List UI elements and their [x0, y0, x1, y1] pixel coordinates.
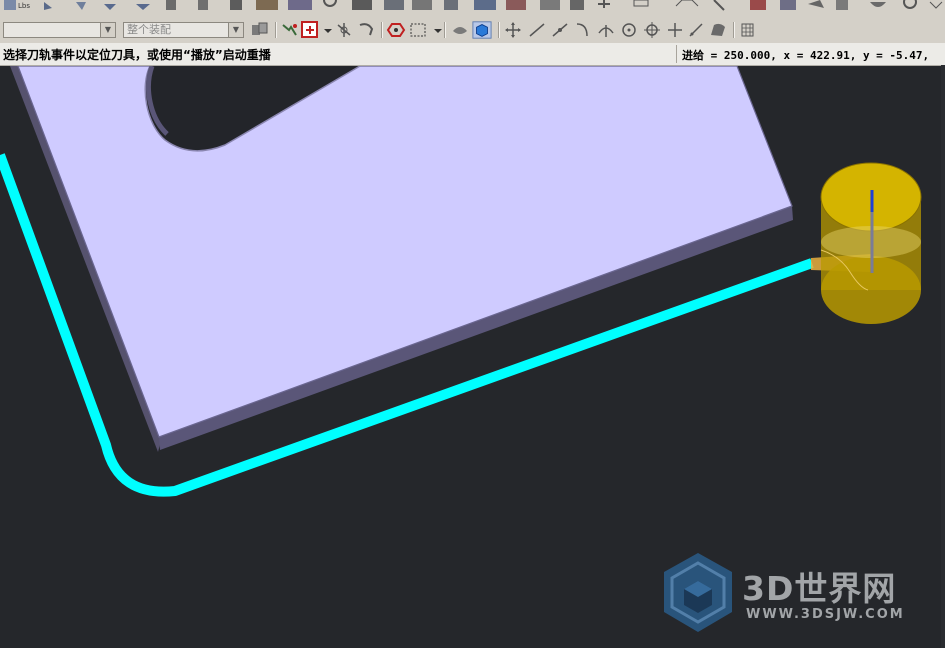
arc-icon[interactable]: [573, 21, 593, 39]
box-select-icon[interactable]: [408, 21, 428, 39]
tangent-arc-icon[interactable]: [596, 21, 616, 39]
main-toolbar-icons: Lbs: [4, 0, 943, 11]
vector-constructor-icon[interactable]: [357, 21, 377, 39]
assembly-filter-icon[interactable]: [250, 21, 270, 39]
toolbar-separator: [381, 22, 383, 38]
chevron-down-icon[interactable]: ▼: [100, 23, 115, 37]
diagonal-line-icon[interactable]: [686, 21, 706, 39]
grid-icon[interactable]: [738, 21, 758, 39]
assembly-scope-combo[interactable]: 整个装配 ▼: [123, 22, 244, 38]
toolbar-separator: [444, 22, 446, 38]
snap-point-icon[interactable]: [300, 21, 320, 39]
main-toolbar: Lbs: [0, 0, 945, 19]
assembly-scope-value: 整个装配: [127, 23, 171, 36]
move-icon[interactable]: [503, 21, 523, 39]
status-bar: 选择刀轨事件以定位刀具，或使用“播放”启动重播 进给 = 250.000, x …: [0, 43, 945, 66]
toolbar-icon-row[interactable]: Lbs: [4, 0, 943, 11]
watermark-name: 3D世界网: [742, 569, 897, 608]
viewport-right-edge: [941, 65, 945, 648]
surface-icon[interactable]: [708, 21, 728, 39]
line-icon[interactable]: [527, 21, 547, 39]
toolbar-separator: [275, 22, 277, 38]
toolbar-separator: [733, 22, 735, 38]
circle-crosshair-icon[interactable]: [642, 21, 662, 39]
watermark-url: WWW.3DSJW.COM: [746, 607, 905, 622]
chevron-down-icon[interactable]: ▼: [228, 23, 243, 37]
circle-center-icon[interactable]: [619, 21, 639, 39]
shaded-view-icon[interactable]: [450, 21, 470, 39]
crosshair-icon[interactable]: [665, 21, 685, 39]
status-divider: [676, 45, 677, 63]
svg-text:Lbs: Lbs: [18, 2, 30, 10]
toolbar-separator: [498, 22, 500, 38]
view-cube-icon[interactable]: [472, 21, 492, 39]
snap-arrow-icon[interactable]: [280, 21, 300, 39]
view-toolbar: ▼ 整个装配 ▼: [0, 18, 945, 44]
cue-line-message: 选择刀轨事件以定位刀具，或使用“播放”启动重播: [3, 48, 271, 62]
line-through-point-icon[interactable]: [550, 21, 570, 39]
cutting-tool[interactable]: [820, 162, 922, 324]
type-filter-combo[interactable]: ▼: [3, 22, 116, 38]
hexagon-icon[interactable]: [386, 21, 406, 39]
feed-coordinate-readout: 进给 = 250.000, x = 422.91, y = -5.47,: [682, 49, 930, 62]
graphics-viewport[interactable]: [0, 66, 941, 648]
point-constructor-icon[interactable]: [334, 21, 354, 39]
